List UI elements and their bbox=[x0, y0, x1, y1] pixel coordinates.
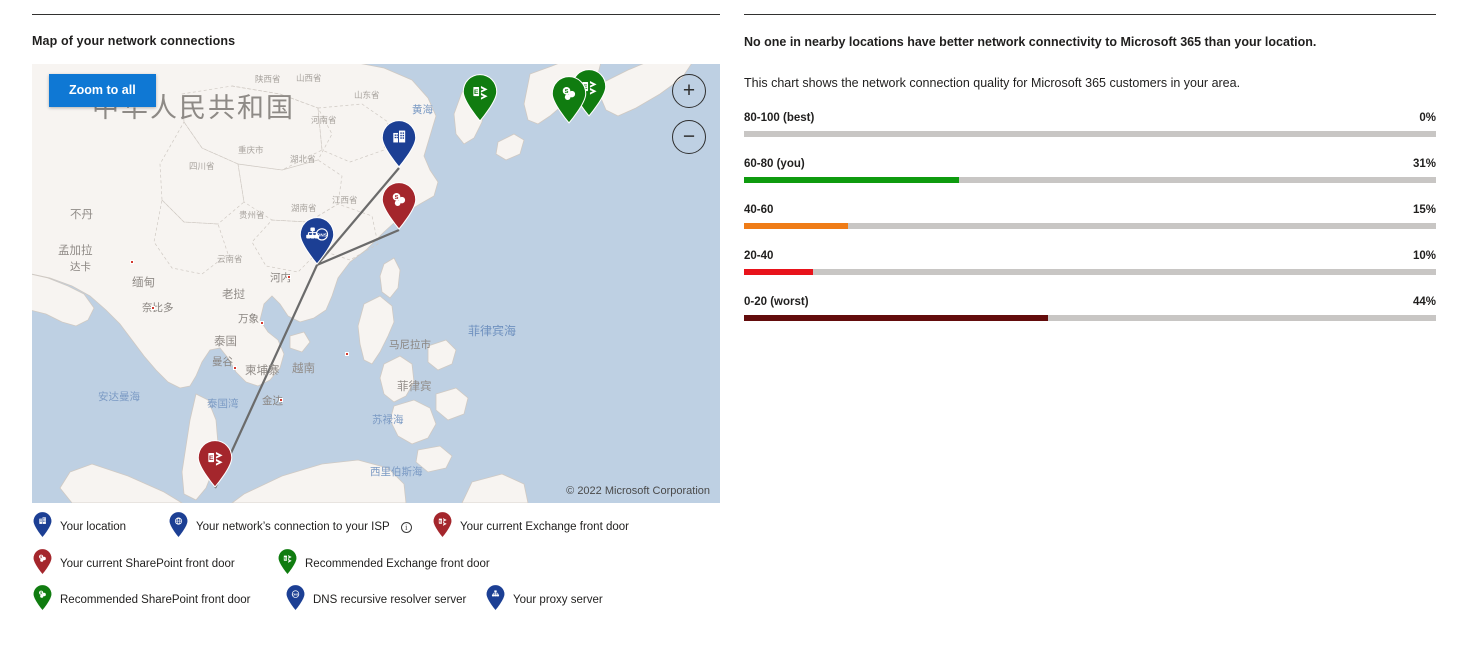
right-panel-divider bbox=[744, 14, 1436, 15]
legend-item: Your proxy server bbox=[485, 584, 603, 616]
city-dot bbox=[279, 398, 283, 402]
chart-bar-track bbox=[744, 131, 1436, 138]
legend-item-label: Recommended SharePoint front door bbox=[60, 594, 251, 606]
map-pin-recommended-exchange[interactable]: E bbox=[461, 73, 499, 122]
svg-text:DNS: DNS bbox=[293, 592, 299, 596]
chart-bar-track bbox=[744, 315, 1436, 322]
chart-bar-track bbox=[744, 269, 1436, 276]
chart-bar-fill bbox=[744, 223, 848, 230]
map-connection-lines bbox=[213, 167, 400, 489]
chart-row-value: 31% bbox=[1412, 158, 1436, 171]
map-pin-your-current-sharepoint[interactable]: S bbox=[380, 181, 418, 230]
zoom-to-all-button[interactable]: Zoom to all bbox=[49, 74, 156, 107]
chart-row-header: 60-80 (you) 31% bbox=[744, 158, 1436, 170]
legend-proxy-icon bbox=[485, 584, 506, 616]
chart-row-label: 20-40 bbox=[744, 250, 774, 263]
chart-row-header: 20-40 10% bbox=[744, 250, 1436, 262]
info-icon[interactable]: i bbox=[400, 521, 412, 533]
chart-row: 80-100 (best) 0% bbox=[744, 112, 1436, 138]
city-dot bbox=[151, 306, 155, 310]
chart-row-value: 15% bbox=[1412, 204, 1436, 217]
city-dot bbox=[130, 260, 134, 264]
svg-text:S: S bbox=[40, 555, 42, 559]
svg-text:E: E bbox=[209, 455, 214, 462]
city-dot bbox=[345, 352, 349, 356]
map-pin-your-proxy-and-dns[interactable]: DNS bbox=[298, 216, 336, 265]
legend-item-label: Your current Exchange front door bbox=[460, 521, 629, 533]
chart-row: 0-20 (worst) 44% bbox=[744, 296, 1436, 322]
legend-dns-icon: DNS bbox=[285, 584, 306, 616]
legend-item: S Recommended SharePoint front door bbox=[32, 584, 251, 616]
svg-text:E: E bbox=[474, 89, 479, 96]
legend-sharepoint-icon: S bbox=[32, 584, 53, 616]
chart-bar-track bbox=[744, 177, 1436, 184]
page-title: Map of your network connections bbox=[32, 34, 236, 48]
chart-bar-fill bbox=[744, 315, 1049, 322]
legend-item-label: DNS recursive resolver server bbox=[313, 594, 467, 606]
legend-item-label: Your location bbox=[60, 521, 127, 533]
svg-text:S: S bbox=[565, 89, 569, 95]
chart-row-header: 0-20 (worst) 44% bbox=[744, 296, 1436, 308]
legend-item: Your network’s connection to your ISP i bbox=[168, 511, 412, 543]
map-zoom-controls[interactable]: + − bbox=[672, 74, 706, 166]
legend-item: E Your current Exchange front door bbox=[432, 511, 629, 543]
chart-bar-track bbox=[744, 223, 1436, 230]
zoom-out-icon[interactable]: − bbox=[672, 120, 706, 154]
svg-text:DNS: DNS bbox=[317, 233, 327, 238]
legend-building-icon bbox=[32, 511, 53, 543]
legend-item: DNS DNS recursive resolver server bbox=[285, 584, 466, 616]
city-dot bbox=[260, 321, 264, 325]
chart-row-label: 0-20 (worst) bbox=[744, 296, 809, 309]
chart-row: 20-40 10% bbox=[744, 250, 1436, 276]
legend-exchange-icon: E bbox=[277, 548, 298, 580]
chart-row-label: 80-100 (best) bbox=[744, 112, 815, 125]
zoom-in-icon[interactable]: + bbox=[672, 74, 706, 108]
city-dot bbox=[233, 366, 237, 370]
map-panel: Map of your network connections 中华人民共和国 … bbox=[32, 14, 720, 611]
city-dot bbox=[287, 275, 291, 279]
chart-row-value: 44% bbox=[1412, 296, 1436, 309]
chart-row-value: 0% bbox=[1419, 112, 1436, 125]
chart-row-label: 60-80 (you) bbox=[744, 158, 805, 171]
map-copyright: © 2022 Microsoft Corporation bbox=[566, 485, 710, 497]
chart-panel: No one in nearby locations have better n… bbox=[744, 14, 1436, 322]
svg-text:S: S bbox=[395, 195, 399, 201]
chart-row-header: 80-100 (best) 0% bbox=[744, 112, 1436, 124]
legend-item-label: Your current SharePoint front door bbox=[60, 558, 235, 570]
legend-item: E Recommended Exchange front door bbox=[277, 548, 490, 580]
legend-item-label: Your network’s connection to your ISP bbox=[196, 521, 390, 533]
legend-globe-icon bbox=[168, 511, 189, 543]
chart-row: 60-80 (you) 31% bbox=[744, 158, 1436, 184]
legend-sharepoint-icon: S bbox=[32, 548, 53, 580]
legend-item: Your location bbox=[32, 511, 126, 543]
chart-headline: No one in nearby locations have better n… bbox=[744, 35, 1317, 49]
chart-bar-fill bbox=[744, 269, 814, 276]
connection-quality-chart: 80-100 (best) 0% 60-80 (you) 31% 40-60 1… bbox=[744, 112, 1436, 322]
chart-row-header: 40-60 15% bbox=[744, 204, 1436, 216]
svg-text:S: S bbox=[40, 591, 42, 595]
legend-item: S Your current SharePoint front door bbox=[32, 548, 235, 580]
map-pin-recommended-sharepoint[interactable]: S bbox=[550, 75, 588, 124]
map-pin-your-location[interactable] bbox=[380, 119, 418, 168]
legend-item-label: Your proxy server bbox=[513, 594, 603, 606]
chart-subtitle: This chart shows the network connection … bbox=[744, 76, 1241, 91]
chart-row-label: 40-60 bbox=[744, 204, 774, 217]
map-pin-your-current-exchange[interactable]: E bbox=[196, 439, 234, 488]
left-panel-divider bbox=[32, 14, 720, 15]
legend-item-label: Recommended Exchange front door bbox=[305, 558, 490, 570]
chart-row-value: 10% bbox=[1412, 250, 1436, 263]
map-legend: Your location Your network’s connection … bbox=[32, 511, 720, 611]
legend-exchange-icon: E bbox=[432, 511, 453, 543]
chart-bar-fill bbox=[744, 177, 959, 184]
network-connectivity-report: Map of your network connections 中华人民共和国 … bbox=[0, 0, 1469, 648]
chart-row: 40-60 15% bbox=[744, 204, 1436, 230]
network-map[interactable]: 中华人民共和国 陕西省 山西省 山东省 河南省 黄海 湖北省 重庆市 四川省 贵州省 湖南省 江西省不… bbox=[32, 64, 720, 503]
